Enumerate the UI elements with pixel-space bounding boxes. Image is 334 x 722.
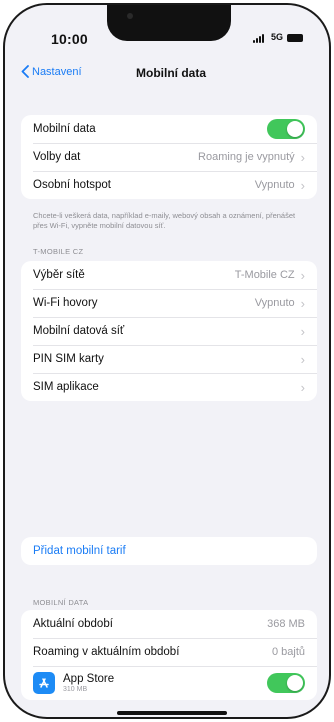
usage-section-header: MOBILNÍ DATA <box>33 598 89 607</box>
chevron-right-icon: › <box>300 177 305 193</box>
home-indicator[interactable] <box>117 711 227 715</box>
status-bar: 10:00 5G <box>5 5 329 49</box>
app-store-text: App Store 310 MB <box>63 673 267 693</box>
page-title: Mobilní data <box>136 66 206 80</box>
camera-dot <box>127 13 133 19</box>
row-mobile-data-network[interactable]: Mobilní datová síť › <box>21 317 317 345</box>
chevron-right-icon: › <box>300 323 305 339</box>
app-store-usage: 310 MB <box>63 686 88 693</box>
notch <box>107 5 231 41</box>
battery-icon <box>287 34 303 42</box>
mobile-data-label: Mobilní data <box>33 123 96 135</box>
app-store-icon <box>33 672 55 694</box>
phone-frame: 10:00 5G Nastavení Mobilní data Mobilní … <box>3 3 331 719</box>
row-data-options[interactable]: Volby dat Roaming je vypnutý › <box>21 143 317 171</box>
network-selection-value: T-Mobile CZ <box>234 269 295 281</box>
row-mobile-data: Mobilní data <box>21 115 317 143</box>
main-footer-note: Chcete-li veškerá data, například e-mail… <box>33 211 296 230</box>
row-current-period: Aktuální období 368 MB <box>21 610 317 638</box>
app-store-label: App Store <box>63 673 115 685</box>
row-personal-hotspot[interactable]: Osobní hotspot Vypnuto › <box>21 171 317 199</box>
row-sim-applications[interactable]: SIM aplikace › <box>21 373 317 401</box>
row-wifi-calling[interactable]: Wi-Fi hovory Vypnuto › <box>21 289 317 317</box>
sim-apps-label: SIM aplikace <box>33 381 99 393</box>
row-roaming-current-period: Roaming v aktuálním období 0 bajtů <box>21 638 317 666</box>
signal-icon <box>253 33 267 43</box>
chevron-right-icon: › <box>300 351 305 367</box>
current-period-value: 368 MB <box>267 618 305 630</box>
mobile-data-toggle[interactable] <box>267 119 305 139</box>
mobile-data-network-label: Mobilní datová síť <box>33 325 125 337</box>
wifi-calling-label: Wi-Fi hovory <box>33 297 98 309</box>
carrier-section-header: T-MOBILE CZ <box>33 247 84 256</box>
row-network-selection[interactable]: Výběr sítě T-Mobile CZ › <box>21 261 317 289</box>
roaming-value: 0 bajtů <box>271 646 305 658</box>
navigation-bar: Nastavení Mobilní data <box>5 61 329 89</box>
data-options-label: Volby dat <box>33 151 81 163</box>
sim-pin-label: PIN SIM karty <box>33 353 104 365</box>
status-time: 10:00 <box>51 31 88 47</box>
usage-group: Aktuální období 368 MB Roaming v aktuáln… <box>21 610 317 700</box>
add-plan-group: Přidat mobilní tarif <box>21 537 317 565</box>
app-store-toggle[interactable] <box>267 673 305 693</box>
add-plan-label: Přidat mobilní tarif <box>33 545 126 557</box>
wifi-calling-value: Vypnuto <box>254 297 295 309</box>
chevron-right-icon: › <box>300 379 305 395</box>
hotspot-value: Vypnuto <box>254 179 295 191</box>
chevron-right-icon: › <box>300 295 305 311</box>
row-sim-pin[interactable]: PIN SIM karty › <box>21 345 317 373</box>
hotspot-label: Osobní hotspot <box>33 179 111 191</box>
roaming-label: Roaming v aktuálním období <box>33 646 180 658</box>
chevron-right-icon: › <box>300 149 305 165</box>
add-mobile-plan-button[interactable]: Přidat mobilní tarif <box>21 537 317 565</box>
row-app-store: App Store 310 MB <box>21 666 317 700</box>
current-period-label: Aktuální období <box>33 618 113 630</box>
main-settings-group: Mobilní data Volby dat Roaming je vypnut… <box>21 115 317 199</box>
data-options-value: Roaming je vypnutý <box>198 151 295 163</box>
carrier-settings-group: Výběr sítě T-Mobile CZ › Wi-Fi hovory Vy… <box>21 261 317 401</box>
network-selection-label: Výběr sítě <box>33 269 85 281</box>
chevron-right-icon: › <box>300 267 305 283</box>
network-type: 5G <box>271 32 284 42</box>
